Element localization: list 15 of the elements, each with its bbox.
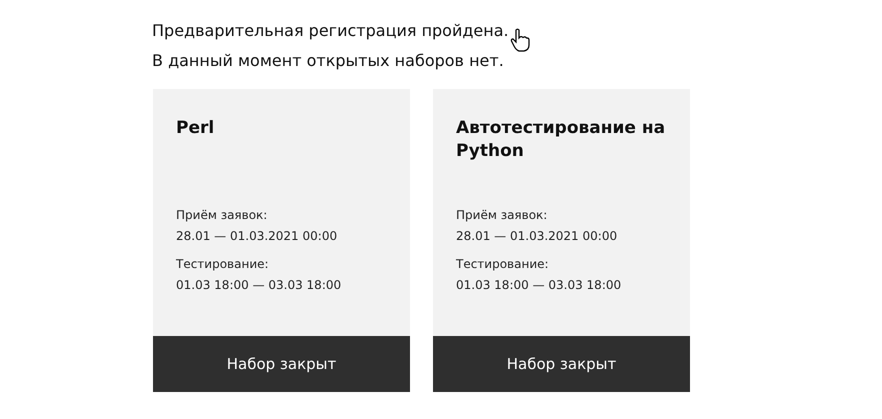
field-value: 28.01 — 01.03.2021 00:00 <box>456 228 618 245</box>
status-message: В данный момент открытых наборов нет. <box>152 50 504 72</box>
field-label: Приём заявок: <box>176 207 268 224</box>
enrollment-closed-button[interactable]: Набор закрыт <box>433 336 690 392</box>
status-message: Предварительная регистрация пройдена. <box>152 20 509 42</box>
hand-cursor-icon <box>510 28 530 52</box>
field-value: 28.01 — 01.03.2021 00:00 <box>176 228 338 245</box>
enrollment-closed-button[interactable]: Набор закрыт <box>153 336 410 392</box>
field-label: Тестирование: <box>456 256 549 273</box>
field-label: Тестирование: <box>176 256 269 273</box>
field-value: 01.03 18:00 — 03.03 18:00 <box>456 277 622 294</box>
field-label: Приём заявок: <box>456 207 548 224</box>
field-value: 01.03 18:00 — 03.03 18:00 <box>176 277 342 294</box>
course-title: Автотестирование на Python <box>456 117 666 163</box>
course-title: Perl <box>176 117 214 140</box>
